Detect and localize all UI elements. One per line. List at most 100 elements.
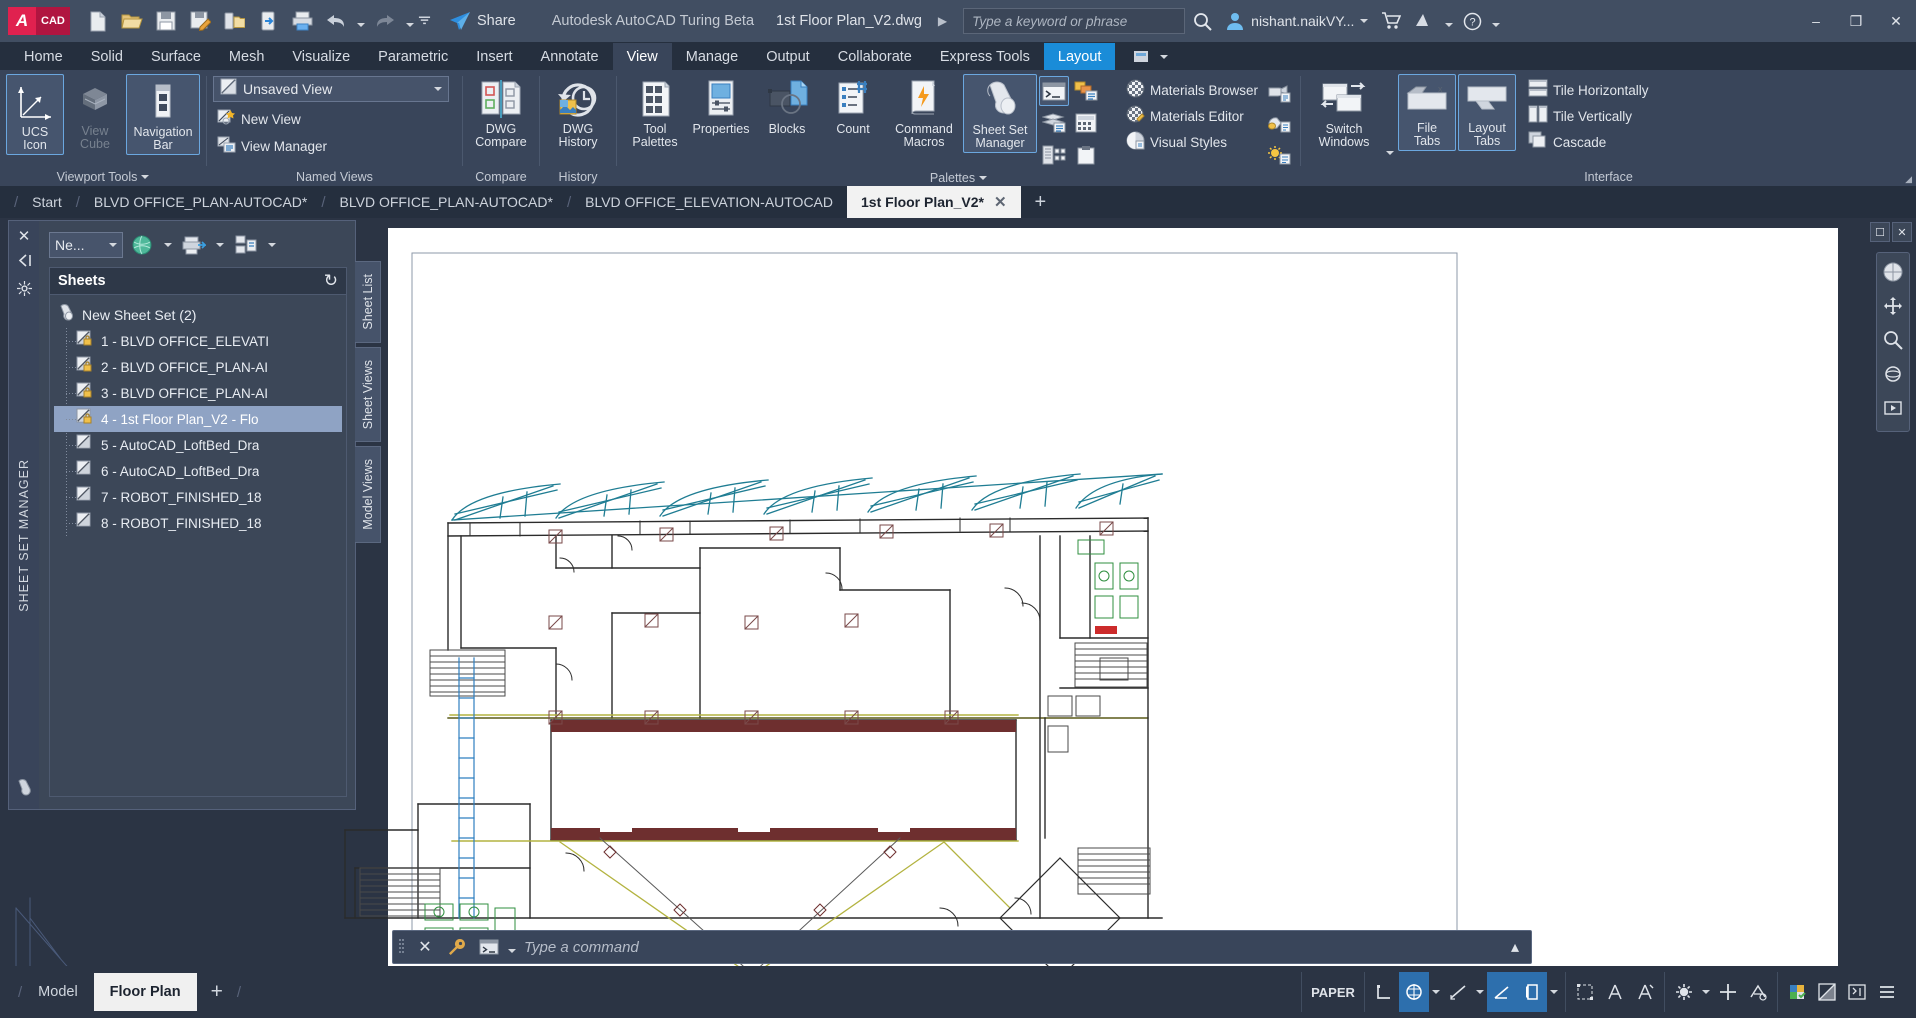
tab-sheet-views[interactable]: Sheet Views — [355, 347, 381, 442]
annotation-visibility-icon[interactable] — [1743, 972, 1773, 1012]
quick-access-overflow-caret[interactable] — [418, 6, 431, 36]
command-line-icon[interactable] — [1039, 76, 1069, 106]
sheet-item-3[interactable]: 3 - BLVD OFFICE_PLAN-AI — [54, 380, 342, 406]
grid-display-icon[interactable] — [1399, 972, 1429, 1012]
publish-icon[interactable] — [179, 231, 209, 259]
tab-layout[interactable]: Layout — [1044, 43, 1116, 70]
clipboard-icon[interactable] — [1071, 140, 1101, 170]
ortho-settings-caret[interactable] — [1473, 972, 1487, 1012]
isometric-settings-caret[interactable] — [1547, 972, 1561, 1012]
save-to-web-icon[interactable] — [252, 5, 284, 37]
customization-icon[interactable] — [1872, 972, 1902, 1012]
object-snap-icon[interactable] — [1630, 972, 1660, 1012]
close-viewport-icon[interactable]: ✕ — [1892, 222, 1912, 242]
command-line-grip[interactable] — [393, 931, 409, 963]
command-input-wrapper[interactable] — [518, 939, 1499, 956]
paper-space-button[interactable]: PAPER — [1306, 972, 1360, 1012]
sheet-item-1[interactable]: 1 - BLVD OFFICE_ELEVATI — [54, 328, 342, 354]
tab-home[interactable]: Home — [10, 43, 77, 70]
materials-browser-button[interactable]: Materials Browser — [1122, 78, 1262, 103]
current-view-dropdown[interactable]: Unsaved View — [213, 76, 449, 102]
tab-output[interactable]: Output — [752, 43, 824, 70]
sheet-set-root[interactable]: New Sheet Set (2) — [54, 301, 342, 328]
selection-cycling-icon[interactable] — [1570, 972, 1600, 1012]
file-tab-1st-floor-plan-v2[interactable]: 1st Floor Plan_V2* ✕ — [847, 186, 1021, 218]
layout-tab-model[interactable]: Model — [22, 973, 94, 1011]
user-account-button[interactable]: nishant.naikVY... — [1219, 5, 1374, 37]
plot-icon[interactable] — [286, 5, 318, 37]
switch-windows-caret[interactable] — [1383, 134, 1396, 164]
ribbon-display-options[interactable] — [1125, 43, 1176, 70]
ucs-icon-button[interactable]: UCSIcon — [6, 74, 64, 155]
command-history-icon[interactable] — [473, 931, 505, 963]
tab-mesh[interactable]: Mesh — [215, 43, 278, 70]
tab-collaborate[interactable]: Collaborate — [824, 43, 926, 70]
command-macros-button[interactable]: CommandMacros — [887, 74, 961, 151]
sheet-item-2[interactable]: 2 - BLVD OFFICE_PLAN-AI — [54, 354, 342, 380]
grid-settings-caret[interactable] — [1429, 972, 1443, 1012]
open-from-web-icon[interactable] — [218, 5, 250, 37]
customize-icon[interactable] — [441, 931, 473, 963]
new-view-button[interactable]: New View — [213, 107, 305, 132]
blocks-button[interactable]: Blocks — [755, 74, 819, 138]
layout-tabs-button[interactable]: LayoutTabs — [1458, 74, 1516, 151]
tile-vertically-button[interactable]: Tile Vertically — [1524, 104, 1653, 129]
help-dropdown-caret[interactable] — [1489, 6, 1502, 36]
chevron-down-icon[interactable] — [109, 243, 117, 247]
view-manager-button[interactable]: View Manager — [213, 134, 331, 159]
redo-icon[interactable] — [369, 5, 401, 37]
lineweight-caret[interactable] — [1699, 972, 1713, 1012]
etransmit-caret[interactable] — [265, 231, 279, 259]
lights-icon[interactable] — [1264, 109, 1294, 139]
palettes-expand-caret[interactable] — [979, 176, 987, 180]
tab-solid[interactable]: Solid — [77, 43, 137, 70]
close-icon[interactable]: ✕ — [409, 931, 441, 963]
transparency-icon[interactable] — [1713, 972, 1743, 1012]
cascade-button[interactable]: Cascade — [1524, 130, 1653, 155]
file-tab-start[interactable]: Start — [18, 186, 76, 218]
close-icon[interactable]: ✕ — [994, 193, 1007, 211]
clean-screen-icon[interactable] — [1842, 972, 1872, 1012]
open-file-icon[interactable] — [116, 5, 148, 37]
maximize-button[interactable]: ❐ — [1836, 0, 1876, 42]
restore-viewport-icon[interactable]: ☐ — [1870, 222, 1890, 242]
sheet-item-7[interactable]: 7 - ROBOT_FINISHED_18 — [54, 484, 342, 510]
tab-insert[interactable]: Insert — [462, 43, 526, 70]
ortho-mode-icon[interactable] — [1443, 972, 1473, 1012]
zoom-extents-icon[interactable] — [1880, 327, 1906, 353]
sheet-item-6[interactable]: 6 - AutoCAD_LoftBed_Dra — [54, 458, 342, 484]
new-file-icon[interactable] — [82, 5, 114, 37]
save-as-icon[interactable] — [184, 5, 216, 37]
add-layout-button[interactable]: + — [197, 980, 237, 1004]
viewport-tools-expand-caret[interactable] — [141, 175, 149, 179]
sun-properties-icon[interactable] — [1264, 140, 1294, 170]
refresh-icon[interactable]: ↻ — [324, 271, 338, 291]
materials-editor-button[interactable]: Materials Editor — [1122, 104, 1262, 129]
properties-button[interactable]: Properties — [689, 74, 753, 138]
help-icon[interactable]: ? — [1455, 5, 1489, 37]
isometric-drafting-icon[interactable] — [1517, 972, 1547, 1012]
tab-model-views[interactable]: Model Views — [355, 446, 381, 543]
lineweight-icon[interactable] — [1669, 972, 1699, 1012]
sheet-item-4[interactable]: 4 - 1st Floor Plan_V2 - Flo — [54, 406, 342, 432]
count-button[interactable]: Count — [821, 74, 885, 138]
object-snap-tracking-icon[interactable] — [1600, 972, 1630, 1012]
tab-annotate[interactable]: Annotate — [527, 43, 613, 70]
tab-visualize[interactable]: Visualize — [278, 43, 364, 70]
interface-panel-expand-icon[interactable]: ◢ — [1905, 174, 1912, 185]
command-line[interactable]: ✕ ▴ — [392, 930, 1532, 964]
tab-view[interactable]: View — [613, 43, 672, 70]
markup-set-manager-icon[interactable] — [1039, 140, 1069, 170]
navigation-bar-button[interactable]: NavigationBar — [126, 74, 200, 155]
tab-manage[interactable]: Manage — [672, 43, 752, 70]
tab-surface[interactable]: Surface — [137, 43, 215, 70]
layout-tab-floor-plan[interactable]: Floor Plan — [94, 973, 197, 1011]
sheet-item-8[interactable]: 8 - ROBOT_FINISHED_18 — [54, 510, 342, 536]
sheet-tree[interactable]: New Sheet Set (2) 1 - BLVD OFFICE_ELEVAT… — [49, 295, 347, 797]
showmotion-icon[interactable] — [1880, 395, 1906, 421]
polar-tracking-icon[interactable] — [1487, 972, 1517, 1012]
auto-hide-icon[interactable] — [17, 253, 32, 273]
new-file-tab-button[interactable]: + — [1021, 186, 1061, 218]
tool-palettes-button[interactable]: ToolPalettes — [623, 74, 687, 151]
tab-sheet-list[interactable]: Sheet List — [355, 261, 381, 343]
